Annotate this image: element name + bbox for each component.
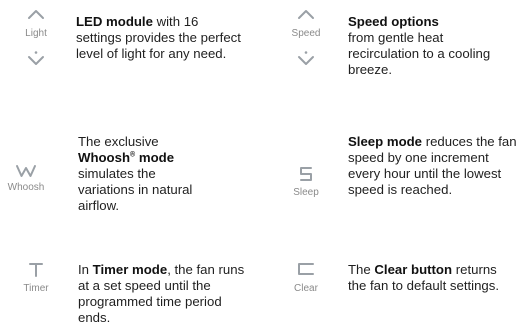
speed-up-chevron-icon[interactable] — [297, 8, 315, 20]
clear-description: The Clear button returns the fan to defa… — [348, 262, 518, 294]
clear-title: Clear button — [374, 262, 453, 277]
speed-down-chevron-dot-icon[interactable] — [297, 50, 315, 68]
whoosh-w-icon[interactable] — [15, 164, 37, 178]
sleep-s-icon[interactable] — [299, 166, 313, 182]
clear-icon-label: Clear — [294, 283, 318, 294]
speed-text: from gentle heat recirculation to a cool… — [348, 30, 491, 77]
sleep-control: Sleep — [282, 166, 330, 199]
clear-bracket-icon[interactable] — [297, 262, 315, 276]
sleep-icon-label: Sleep — [293, 187, 319, 198]
sleep-title: Sleep mode — [348, 134, 423, 149]
timer-t-icon[interactable] — [28, 262, 44, 278]
timer-title: Timer mode — [92, 262, 168, 277]
whoosh-control: Whoosh — [1, 164, 51, 194]
whoosh-icon-label: Whoosh — [7, 182, 45, 193]
clear-control: Clear — [282, 262, 330, 295]
light-down-chevron-dot-icon[interactable] — [27, 50, 45, 68]
timer-text-before: In — [78, 262, 93, 277]
clear-text-before: The — [348, 262, 375, 277]
speed-control: Speed — [282, 8, 330, 68]
speed-description: Speed options from gentle heat recircula… — [348, 14, 518, 78]
speed-title: Speed options — [348, 14, 439, 29]
speed-icon-label: Speed — [291, 28, 321, 39]
whoosh-description: The exclusive Whoosh® mode simulates the… — [78, 134, 208, 214]
whoosh-title-suffix: mode — [135, 150, 175, 165]
timer-control: Timer — [12, 262, 60, 295]
light-up-chevron-icon[interactable] — [27, 8, 45, 20]
light-control: Light — [12, 8, 60, 68]
timer-description: In Timer mode, the fan runs at a set spe… — [78, 262, 254, 326]
light-title: LED module — [76, 14, 153, 29]
whoosh-text-before: The exclusive — [78, 134, 159, 149]
whoosh-text: simulates the variations in natural airf… — [78, 166, 193, 213]
light-description: LED module with 16 settings provides the… — [76, 14, 244, 62]
whoosh-title: Whoosh — [78, 150, 131, 165]
light-icon-label: Light — [25, 28, 47, 39]
sleep-description: Sleep mode reduces the fan speed by one … — [348, 134, 520, 198]
timer-icon-label: Timer — [23, 283, 49, 294]
